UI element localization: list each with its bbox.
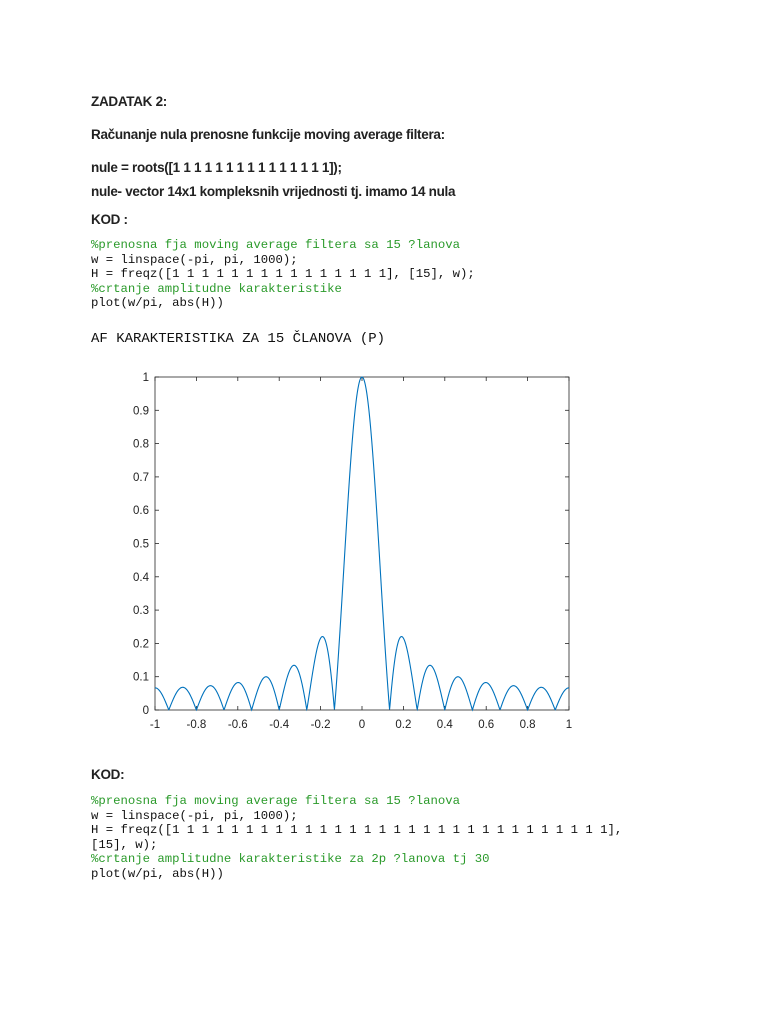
- x-tick-label: 0.8: [520, 719, 536, 731]
- y-tick-label: 0.8: [133, 439, 149, 451]
- document-page: ZADATAK 2: Računanje nula prenosne funkc…: [0, 0, 768, 1024]
- y-tick-label: 0.4: [133, 572, 150, 584]
- code-line: plot(w/pi, abs(H)): [91, 866, 224, 881]
- y-tick-label: 0.3: [133, 605, 149, 617]
- x-tick-label: -0.4: [269, 719, 289, 731]
- y-tick-label: 1: [143, 372, 149, 384]
- y-tick-label: 0.7: [133, 472, 149, 484]
- x-tick-label: -0.6: [228, 719, 248, 731]
- x-tick-label: -1: [150, 719, 160, 731]
- code-comment-line: %crtanje amplitudne karakteristike za 2p…: [91, 852, 490, 867]
- code-block-2: %prenosna fja moving average filtera sa …: [91, 794, 622, 882]
- x-tick-label: 0.2: [395, 719, 411, 731]
- y-tick-label: 0.9: [133, 405, 149, 417]
- y-tick-label: 0.6: [133, 505, 149, 517]
- code-comment-line: %prenosna fja moving average filtera sa …: [91, 794, 460, 808]
- x-tick-label: 0: [359, 719, 365, 731]
- y-tick-label: 0: [143, 705, 149, 717]
- y-tick-label: 0.2: [133, 638, 149, 650]
- plot-box: [154, 376, 570, 711]
- x-tick-label: -0.8: [186, 719, 206, 731]
- x-tick-label: -0.2: [311, 719, 331, 731]
- x-tick-label: 0.4: [437, 719, 454, 731]
- x-tick-label: 1: [566, 719, 572, 731]
- y-tick-label: 0.5: [133, 539, 149, 551]
- code-line: H = freqz([1 1 1 1 1 1 1 1 1 1 1 1 1 1 1…: [91, 823, 623, 838]
- y-tick-label: 0.1: [133, 672, 149, 684]
- code-line: [15], w);: [91, 837, 158, 852]
- code-line: w = linspace(-pi, pi, 1000);: [91, 808, 298, 823]
- x-tick-label: 0.6: [478, 719, 494, 731]
- code-label-2: KOD:: [91, 767, 125, 782]
